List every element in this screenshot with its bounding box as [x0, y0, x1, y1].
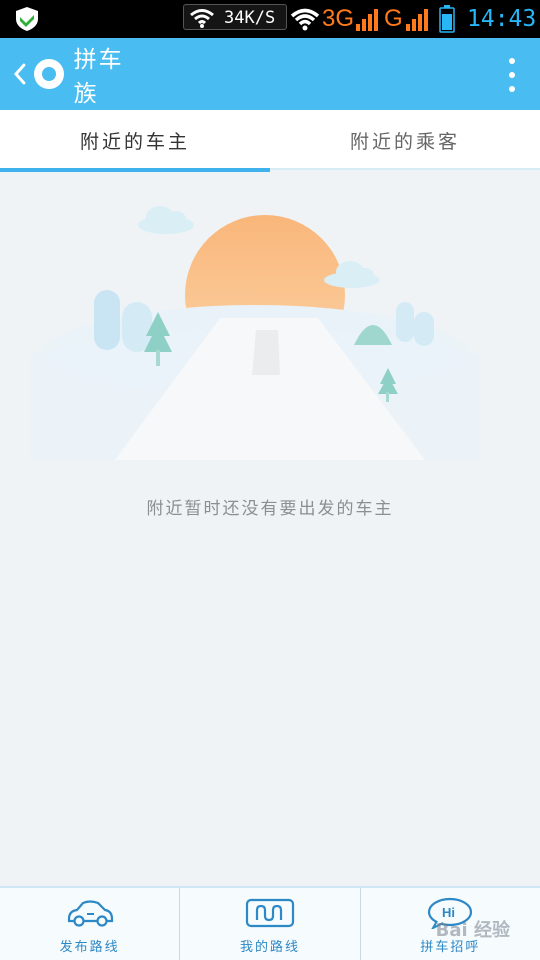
signal-bars-icon [356, 9, 378, 31]
more-vertical-icon-dot [509, 86, 515, 92]
sunrise-road-illustration [30, 206, 480, 460]
more-vertical-icon-dot [509, 58, 515, 64]
nav-my-routes[interactable]: 我的路线 [179, 888, 359, 960]
nav-carpool-greeting[interactable]: Hi 拼车招呼 Bai 经验 [359, 888, 540, 960]
nav-publish-route[interactable]: 发布路线 [0, 888, 179, 960]
battery-icon [439, 5, 455, 33]
nav-label-my-routes: 我的路线 [239, 940, 300, 955]
empty-state-message: 附近暂时还没有要出发的车主 [146, 499, 394, 519]
signal-bars-icon-2 [406, 9, 428, 31]
tab-nearby-drivers[interactable]: 附近的车主 [0, 110, 270, 172]
more-options-button[interactable] [502, 58, 522, 92]
network-type-3g: 3G [322, 5, 355, 32]
right-rocks [396, 302, 434, 346]
bottom-nav: 发布路线 我的路线 Hi 拼车招呼 Bai 经验 [0, 886, 540, 960]
app-bar: 拼车族 [0, 38, 540, 110]
shield-icon [16, 7, 38, 31]
tab-bar: 附近的车主 附近的乘客 [0, 110, 540, 172]
chevron-left-icon [13, 63, 26, 85]
route-icon [245, 898, 295, 928]
app-logo-icon [33, 59, 64, 89]
wifi-icon [190, 9, 214, 28]
screen: 34K/S 3G G 14:43 拼车族 附近的车主 附近的乘客 附近暂时还没有… [0, 0, 540, 960]
more-vertical-icon-dot [509, 72, 515, 78]
page-title: 拼车族 [73, 47, 124, 107]
network-type-g: G [384, 5, 403, 32]
clock: 14:43 [467, 6, 537, 32]
road-line [252, 330, 280, 375]
nav-label-publish-route: 发布路线 [59, 940, 120, 955]
car-icon [67, 900, 113, 927]
tab-nearby-passengers[interactable]: 附近的乘客 [270, 110, 540, 170]
back-button[interactable]: 拼车族 [8, 38, 148, 110]
status-bar: 34K/S 3G G 14:43 [0, 0, 540, 38]
watermark: Bai 经验 [435, 920, 510, 941]
wifi-strong-icon [290, 8, 320, 31]
cloud-left [138, 206, 194, 234]
network-speed: 34K/S [224, 8, 276, 28]
